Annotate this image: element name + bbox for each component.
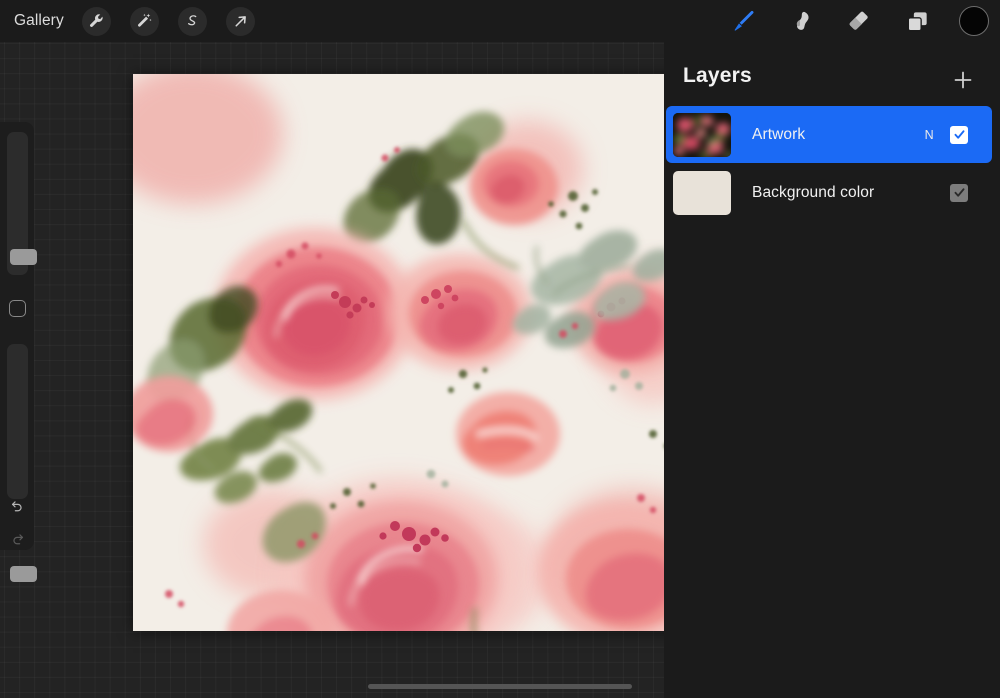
undo-button[interactable] — [4, 493, 30, 519]
smudge-icon[interactable] — [779, 0, 823, 42]
procreate-app-window: Gallery Layers Artwork N Background colo… — [0, 0, 1000, 698]
brush-size-thumb[interactable] — [10, 249, 37, 265]
top-toolbar: Gallery — [0, 0, 1000, 42]
layer-row-artwork[interactable]: Artwork N — [666, 106, 992, 163]
layer-name-background-color: Background color — [752, 183, 875, 201]
top-toolbar-left-group: Gallery — [0, 0, 274, 42]
gallery-button[interactable]: Gallery — [0, 8, 74, 34]
layers-list: Artwork N Background color — [666, 106, 992, 222]
layer-visibility-checkbox-background-color[interactable] — [950, 183, 968, 202]
layer-thumbnail-artwork[interactable] — [673, 112, 731, 157]
modify-button[interactable] — [9, 300, 26, 317]
brush-opacity-slider[interactable] — [7, 344, 37, 582]
brush-size-slider[interactable] — [7, 132, 37, 275]
color-swatch-button[interactable] — [959, 6, 989, 36]
layer-blend-mode-artwork[interactable]: N — [925, 128, 934, 142]
redo-button[interactable] — [4, 526, 30, 552]
layer-row-background-color[interactable]: Background color — [666, 164, 992, 221]
layers-panel-title: Layers — [683, 64, 752, 87]
selection-icon[interactable] — [177, 6, 207, 36]
adjustments-wand-icon[interactable] — [129, 6, 159, 36]
layer-visibility-checkbox-artwork[interactable] — [950, 125, 968, 144]
paint-brush-icon[interactable] — [721, 0, 765, 42]
layers-icon[interactable] — [895, 0, 939, 42]
top-toolbar-right-group — [707, 0, 1000, 42]
home-indicator — [368, 684, 632, 689]
layer-thumbnail-background-color[interactable] — [673, 170, 731, 215]
brush-opacity-thumb[interactable] — [10, 566, 37, 582]
layers-panel-header: Layers — [664, 42, 1000, 92]
actions-wrench-icon[interactable] — [81, 6, 111, 36]
add-layer-button[interactable] — [949, 66, 977, 94]
layer-name-artwork: Artwork — [752, 125, 806, 143]
left-sidebar — [0, 122, 37, 582]
artwork-canvas[interactable] — [133, 74, 690, 631]
watercolor-floral-artwork — [133, 74, 690, 631]
eraser-icon[interactable] — [837, 0, 881, 42]
layers-panel: Layers Artwork N Background color — [664, 42, 1000, 698]
transform-arrow-icon[interactable] — [225, 6, 255, 36]
